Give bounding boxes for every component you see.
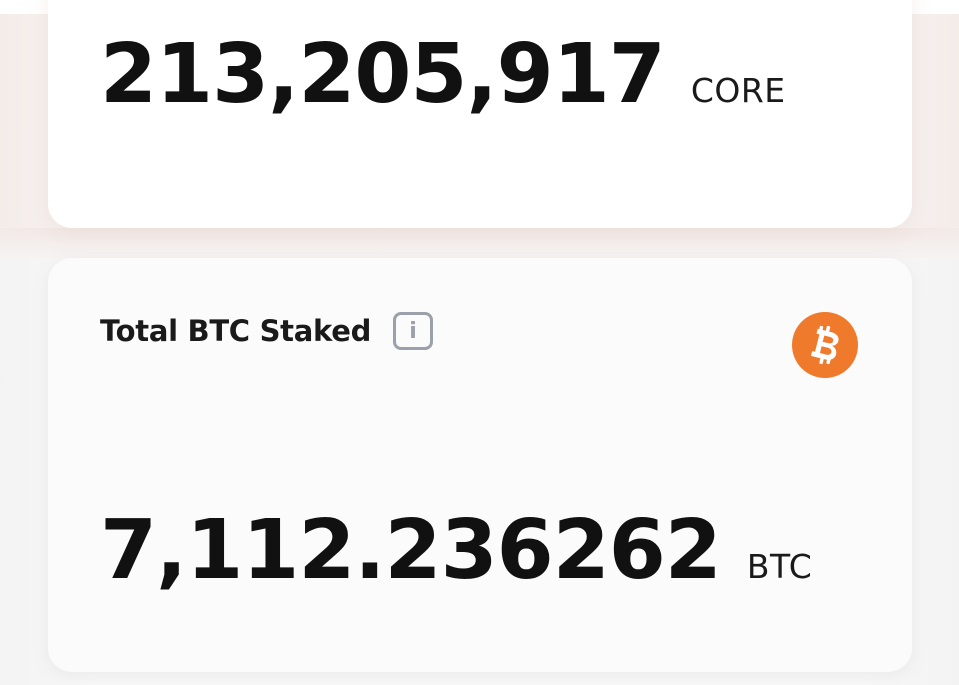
btc-card-header: Total BTC Staked i: [100, 312, 434, 350]
btc-staked-card: Total BTC Staked i 7,112.236262 BTC: [48, 258, 912, 672]
btc-card-title: Total BTC Staked: [100, 314, 372, 348]
info-icon[interactable]: i: [393, 312, 434, 350]
btc-unit-label: BTC: [746, 547, 813, 586]
core-value-row: 213,205,917 CORE: [100, 34, 786, 116]
btc-total-value: 7,112.236262: [100, 503, 722, 598]
core-unit-label: CORE: [690, 71, 786, 110]
background-band: [0, 228, 959, 258]
core-staked-card: 213,205,917 CORE: [48, 0, 912, 228]
btc-value-row: 7,112.236262 BTC: [100, 510, 812, 592]
bitcoin-logo-icon: [792, 312, 858, 378]
core-total-value: 213,205,917: [100, 27, 666, 122]
